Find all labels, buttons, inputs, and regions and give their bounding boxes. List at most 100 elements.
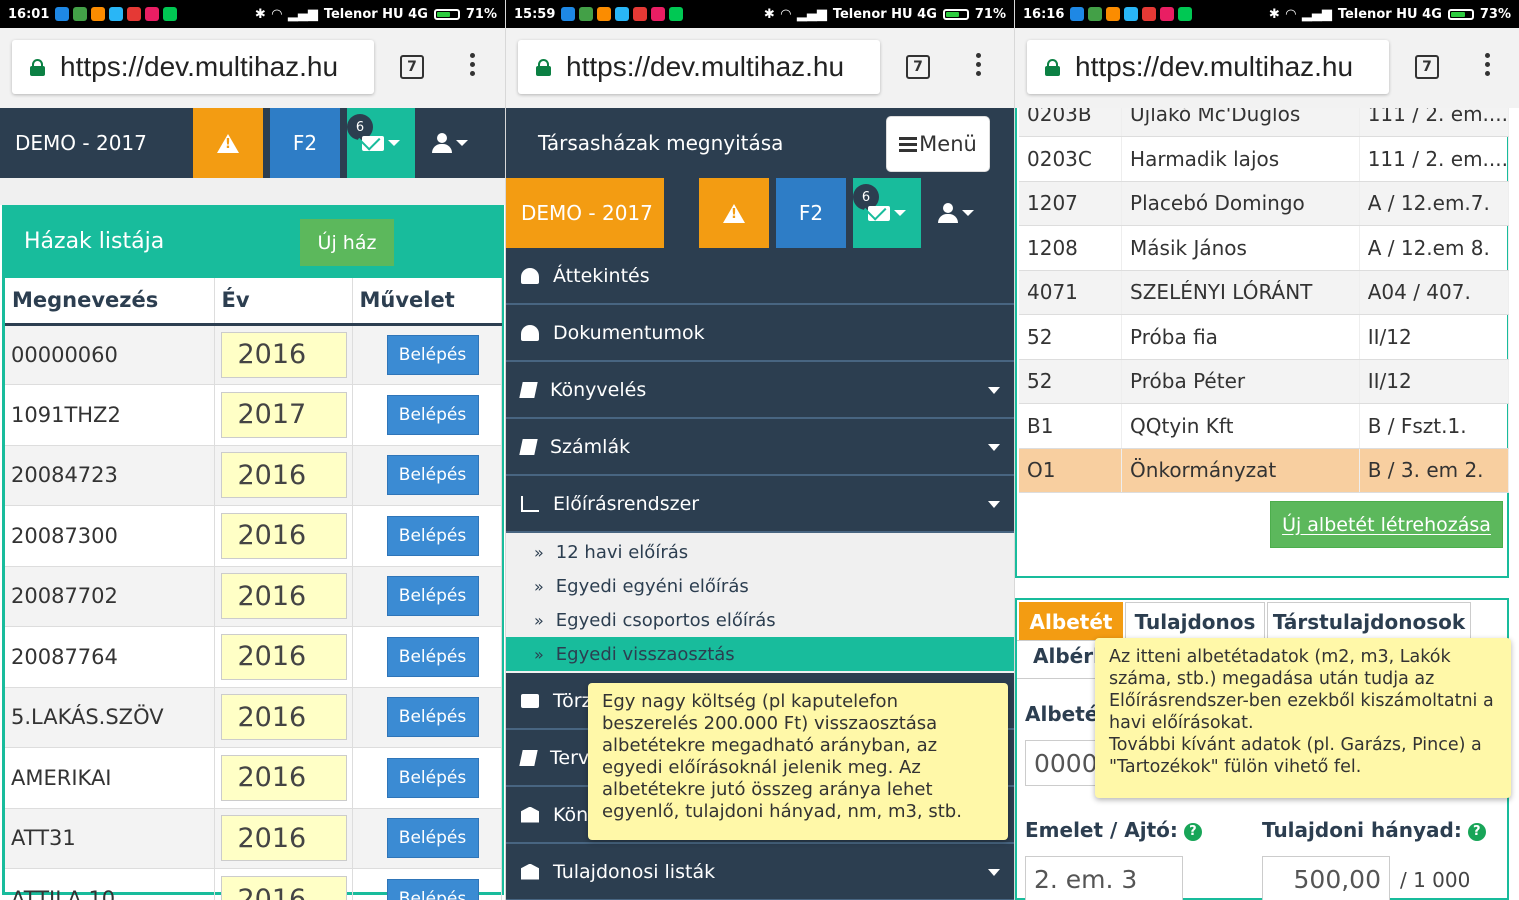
chevron-down-icon [894, 210, 906, 216]
column-header-year[interactable]: Év [214, 278, 353, 326]
page-gap [0, 178, 505, 205]
table-row[interactable]: 0203C Harmadik lajos 111 / 2. em.... [1019, 136, 1510, 182]
year-input[interactable]: 2016 [220, 331, 347, 378]
carrier-name: Telenor HU 4G [832, 6, 937, 22]
enter-button[interactable]: Belépés [386, 515, 479, 556]
tab-switcher-button[interactable]: 7 [1415, 55, 1439, 79]
phone-screen-3: 0203B Újlakó Mc'Duglos 111 / 2. em.... 0203… [1015, 0, 1519, 900]
table-row[interactable]: O1 Önkormányzat B / 3. em 2. [1019, 448, 1510, 493]
house-name: 20087300 [5, 505, 215, 566]
action-cell: Belépés [352, 565, 502, 627]
submenu-item-redistribution[interactable]: » Egyedi visszaosztás [506, 637, 1014, 671]
help-icon[interactable]: ? [1467, 822, 1486, 841]
menu-item-overview[interactable]: Áttekintés [506, 248, 1014, 305]
browser-toolbar: https://dev.multihaz.hu 7 [0, 28, 505, 108]
table-row[interactable]: 52 Próba Péter II/12 [1019, 359, 1510, 404]
enter-button[interactable]: Belépés [386, 455, 479, 496]
year-input[interactable]: 2017 [220, 391, 347, 438]
year-input[interactable]: 2016 [220, 815, 347, 862]
unit-location: A / 12.em 8. [1359, 225, 1510, 271]
f2-button[interactable]: F2 [270, 108, 340, 178]
tab-switcher-button[interactable]: 7 [906, 55, 930, 79]
hamburger-icon [899, 134, 918, 155]
browser-menu-icon[interactable] [470, 53, 478, 80]
status-bar: 16:16 ✱ ◠ ▂▄▆ Telenor HU 4G 73% [1015, 0, 1519, 28]
battery-percent: 71% [465, 6, 497, 22]
table-row[interactable]: 52 Próba fia II/12 [1019, 314, 1510, 360]
year-input[interactable]: 2016 [220, 694, 347, 741]
unit-code-input[interactable]: 0000 [1025, 740, 1105, 786]
tab-switcher-button[interactable]: 7 [400, 55, 424, 79]
action-cell: Belépés [352, 384, 502, 445]
year-input[interactable]: 2016 [220, 754, 347, 801]
enter-button[interactable]: Belépés [386, 818, 479, 859]
folder-icon [521, 693, 539, 708]
submenu-item-group[interactable]: » Egyedi csoportos előírás [506, 603, 1014, 637]
tab-owner[interactable]: Tulajdonos [1125, 602, 1265, 640]
menu-item-prescriptions[interactable]: Előírásrendszer [506, 476, 1014, 533]
app-notification-icon [91, 7, 106, 21]
menu-item-invoices[interactable]: Számlák [506, 419, 1014, 476]
open-condos-title[interactable]: Társasházak megnyitása [538, 131, 783, 155]
menu-item-accounting[interactable]: Könyvelés [506, 362, 1014, 419]
year-input[interactable]: 2016 [220, 633, 347, 680]
table-row: 1091THZ2 2017 Belépés [5, 384, 502, 445]
tab-co-owners[interactable]: Társtulajdonosok [1267, 602, 1471, 640]
messages-button[interactable]: 6 [853, 178, 921, 248]
enter-button[interactable]: Belépés [386, 334, 479, 375]
unit-location: A04 / 407. [1359, 270, 1510, 315]
enter-button[interactable]: Belépés [386, 394, 479, 435]
unit-code: B1 [1019, 403, 1123, 449]
enter-button[interactable]: Belépés [386, 879, 479, 900]
table-row[interactable]: 1208 Másik János A / 12.em 8. [1019, 225, 1510, 271]
new-house-button[interactable]: Új ház [300, 219, 394, 266]
unit-code: 0203C [1019, 136, 1123, 182]
browser-menu-icon[interactable] [976, 53, 984, 80]
enter-button[interactable]: Belépés [386, 697, 479, 738]
warning-button[interactable] [193, 108, 263, 178]
enter-button[interactable]: Belépés [386, 636, 479, 677]
table-row[interactable]: 4071 SZELÉNYI LÓRÁNT A04 / 407. [1019, 270, 1510, 315]
year-cell: 2016 [214, 686, 353, 748]
tab-unit[interactable]: Albetét [1019, 602, 1123, 640]
year-cell: 2016 [214, 444, 353, 506]
enter-button[interactable]: Belépés [386, 757, 479, 798]
house-name: 00000060 [5, 323, 215, 385]
chevron-down-icon [456, 140, 468, 146]
submenu-item-individual[interactable]: » Egyedi egyéni előírás [506, 569, 1014, 603]
user-menu-button[interactable] [921, 178, 991, 248]
help-icon[interactable]: ? [1183, 822, 1202, 841]
menu-item-owner-lists[interactable]: Tulajdonosi listák [506, 844, 1014, 900]
table-row[interactable]: B1 QQtyin Kft B / Fszt.1. [1019, 403, 1510, 449]
menu-toggle-button[interactable]: Menü [886, 116, 990, 172]
address-bar[interactable]: https://dev.multihaz.hu [1027, 40, 1389, 94]
messages-button[interactable]: 6 [347, 108, 415, 178]
user-menu-button[interactable] [415, 108, 485, 178]
app-notification-icon [1070, 7, 1085, 21]
enter-button[interactable]: Belépés [386, 576, 479, 617]
year-input[interactable]: 2016 [220, 512, 347, 559]
submenu-item-12-month[interactable]: » 12 havi előírás [506, 535, 1014, 569]
floor-door-input[interactable]: 2. em. 3 [1025, 856, 1183, 900]
app-notification-icon [145, 7, 160, 21]
double-chevron-right-icon: » [534, 644, 544, 664]
menu-item-documents[interactable]: Dokumentumok [506, 305, 1014, 362]
year-input[interactable]: 2016 [220, 452, 347, 499]
brand[interactable]: DEMO - 2017 [0, 108, 193, 178]
warning-button[interactable] [699, 178, 769, 248]
status-bar: 16:01 ✱ ◠ ▂▄▆ Telenor HU 4G 71% [0, 0, 505, 28]
address-bar[interactable]: https://dev.multihaz.hu [12, 40, 374, 94]
browser-menu-icon[interactable] [1485, 53, 1493, 80]
column-header-name[interactable]: Megnevezés [5, 278, 215, 326]
address-bar[interactable]: https://dev.multihaz.hu [518, 40, 880, 94]
year-input[interactable]: 2016 [220, 876, 347, 900]
menu-item-label: Tulajdonosi listák [553, 860, 716, 883]
table-row[interactable]: 1207 Placebó Domingo A / 12.em.7. [1019, 181, 1510, 226]
action-cell: Belépés [352, 505, 502, 566]
brand[interactable]: DEMO - 2017 [506, 178, 664, 248]
app-notification-icon [561, 7, 576, 21]
year-input[interactable]: 2016 [220, 573, 347, 620]
new-unit-button[interactable]: Új albetét létrehozása [1270, 501, 1503, 548]
ownership-share-input[interactable]: 500,00 [1262, 856, 1390, 900]
f2-button[interactable]: F2 [776, 178, 846, 248]
